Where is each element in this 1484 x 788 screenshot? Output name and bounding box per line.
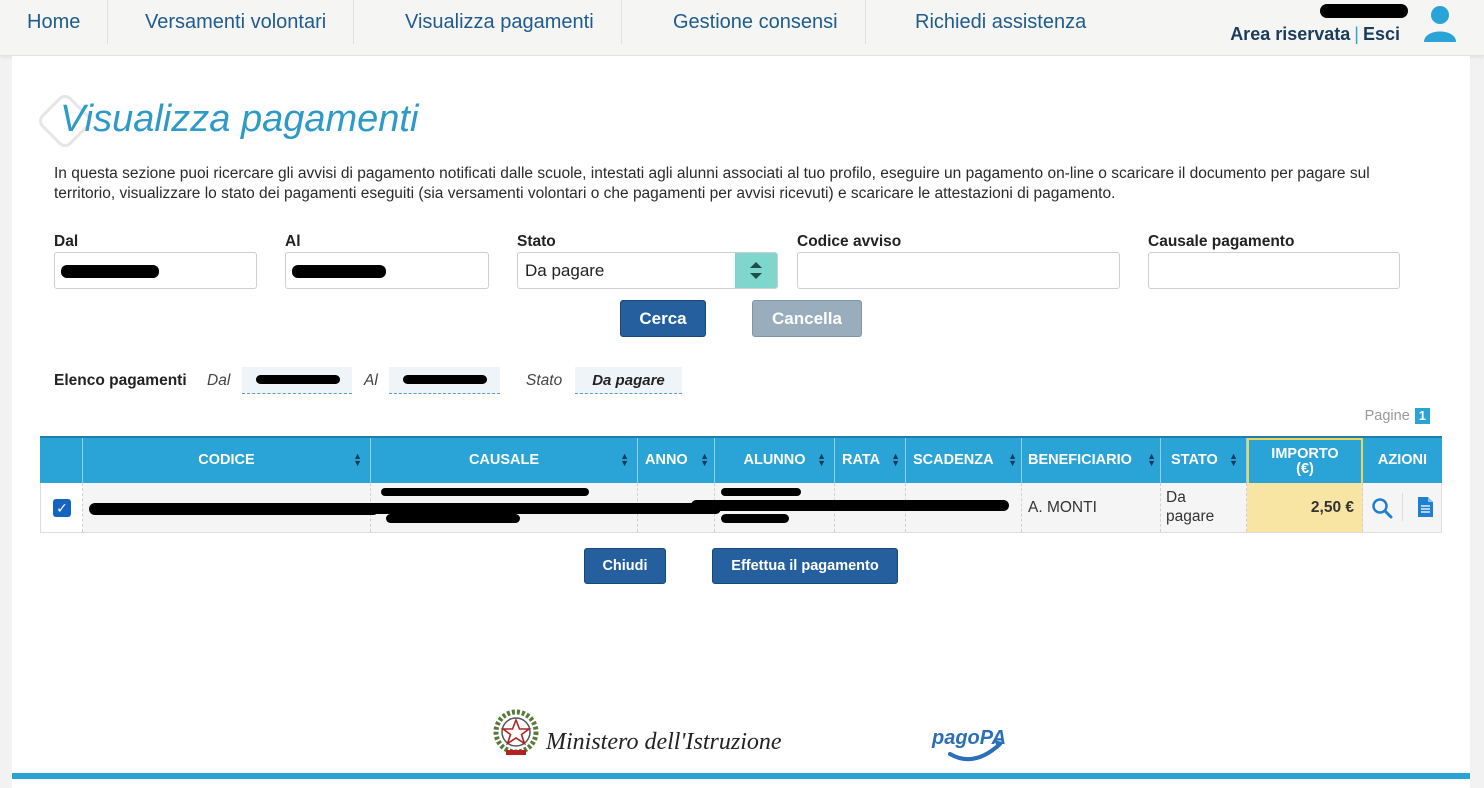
header-stato[interactable]: STATO ▲ ▼ [1161,438,1247,483]
header-scadenza[interactable]: SCADENZA ▲ ▼ [906,438,1022,483]
al-label: Al [285,233,301,250]
redacted-value [61,265,159,278]
cancella-button[interactable]: Cancella [752,300,862,337]
redacted-user-name [1320,4,1408,18]
header-codice[interactable]: CODICE ▲ ▼ [83,438,371,483]
summary-dal-value [242,367,352,394]
stato-label: Stato [517,233,556,250]
summary-al-label: Al [364,372,378,389]
header-alunno[interactable]: ALUNNO ▲ ▼ [715,438,835,483]
causale-pagamento-label: Causale pagamento [1148,233,1295,250]
ministero-logo-text: Ministero dell'Istruzione [546,729,782,755]
cerca-button[interactable]: Cerca [620,300,706,337]
nav-visualizza-pagamenti[interactable]: Visualizza pagamenti [378,0,622,44]
republic-emblem-icon [493,709,539,755]
header-anno[interactable]: ANNO ▲ ▼ [638,438,715,483]
header-azioni: AZIONI [1377,452,1428,468]
redacted-value [292,265,386,278]
select-arrows-icon[interactable] [735,253,777,288]
header-importo[interactable]: IMPORTO (€) [1247,438,1363,483]
header-beneficiario[interactable]: BENEFICIARIO ▲ ▼ [1022,438,1161,483]
azioni-cell [1363,483,1441,532]
pagination: Pagine 1 [1365,408,1430,424]
redacted-alunno-scadenza [691,500,1009,511]
svg-text:pagoPA: pagoPA [931,727,1006,749]
dal-input[interactable] [54,252,257,289]
pagopa-logo: pagoPA [931,727,1006,762]
elenco-pagamenti-label: Elenco pagamenti [54,372,187,389]
esci-link[interactable]: Esci [1363,24,1400,44]
link-separator: | [1354,24,1359,44]
header-rata[interactable]: RATA ▲ ▼ [835,438,906,483]
summary-al-value [389,367,500,394]
redacted-alunno [721,488,801,496]
redacted-codice [89,503,379,515]
redacted-causale-line3 [386,514,520,523]
page-1-link[interactable]: 1 [1414,408,1430,424]
effettua-pagamento-button[interactable]: Effettua il pagamento [712,548,898,584]
sort-icon[interactable]: ▲ ▼ [1147,452,1156,468]
search-icon[interactable] [1371,497,1393,519]
summary-stato-value: Da pagare [575,367,682,394]
beneficiario-cell: A. MONTI [1022,483,1161,532]
stato-select-value: Da pagare [525,261,605,280]
nav-home[interactable]: Home [0,0,109,44]
header-causale[interactable]: CAUSALE ▲ ▼ [371,438,638,483]
document-icon[interactable] [1417,496,1434,518]
causale-pagamento-input[interactable] [1148,252,1400,289]
user-links: Area riservata | Esci [1230,24,1400,45]
redacted-causale-anno [341,503,721,514]
sort-icon[interactable]: ▲ ▼ [353,452,362,468]
al-input[interactable] [285,252,489,289]
area-riservata-link[interactable]: Area riservata [1230,24,1350,44]
row-select-cell: ✓ [41,483,83,532]
importo-cell: 2,50 € [1247,483,1363,532]
row-checkbox[interactable]: ✓ [53,499,71,517]
stato-cell: Da pagare [1161,483,1247,532]
summary-dal-label: Dal [207,372,231,389]
top-navigation: Home Versamenti volontari Visualizza pag… [0,0,1484,56]
card-bottom-accent [12,773,1470,779]
nav-gestione-consensi[interactable]: Gestione consensi [646,0,866,44]
table-row: ✓ A. MONTI Da pagare 2,50 € [40,483,1442,533]
nav-richiedi-assistenza[interactable]: Richiedi assistenza [888,0,1113,44]
codice-avviso-label: Codice avviso [797,233,902,250]
chiudi-button[interactable]: Chiudi [584,548,666,584]
summary-stato-label: Stato [526,372,563,389]
redacted-alunno-line3 [721,514,789,523]
header-select [40,438,83,483]
page-title: Visualizza pagamenti [60,98,419,140]
redacted-value [403,375,487,384]
sort-icon[interactable]: ▲ ▼ [700,452,709,468]
nav-versamenti-volontari[interactable]: Versamenti volontari [118,0,355,44]
table-header: CODICE ▲ ▼ CAUSALE ▲ ▼ ANNO ▲ ▼ ALUNNO ▲ ▼ RATA ▲… [40,436,1442,483]
dal-label: Dal [54,233,79,250]
redacted-causale [381,488,589,496]
codice-avviso-input[interactable] [797,252,1120,289]
sort-icon[interactable]: ▲ ▼ [1008,452,1017,468]
sort-icon[interactable]: ▲ ▼ [1229,452,1238,468]
action-divider [1402,493,1403,521]
sort-icon[interactable]: ▲ ▼ [620,452,629,468]
pagination-label: Pagine [1364,408,1410,424]
stato-select[interactable]: Da pagare [517,252,778,289]
redacted-value [256,375,340,384]
page-intro: In questa sezione puoi ricercare gli avv… [54,165,1370,202]
sort-icon[interactable]: ▲ ▼ [817,452,826,468]
sort-icon[interactable]: ▲ ▼ [891,452,900,468]
user-avatar-icon[interactable] [1420,2,1460,42]
